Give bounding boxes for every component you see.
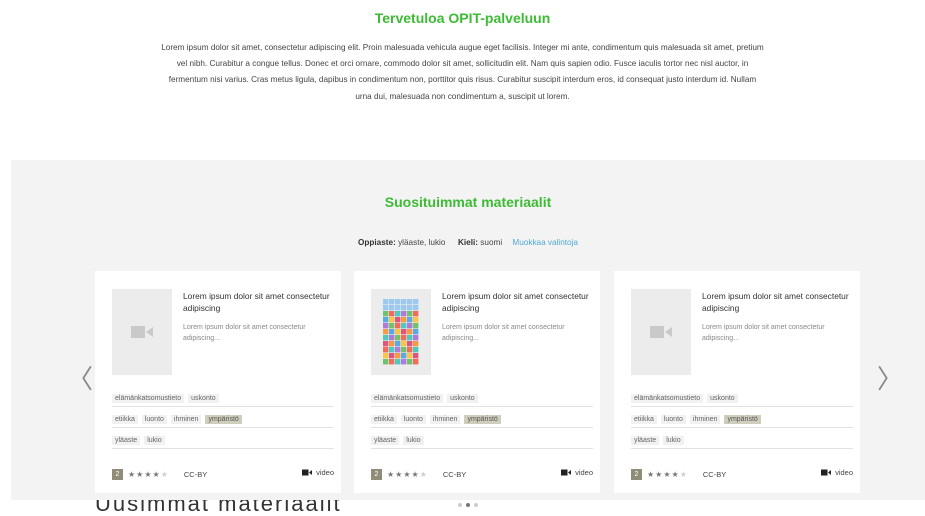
- material-title[interactable]: Lorem ipsum dolor sit amet consectetur a…: [183, 290, 333, 314]
- tag[interactable]: uskonto: [707, 394, 738, 403]
- tag[interactable]: ympäristö: [724, 415, 761, 424]
- material-card[interactable]: Lorem ipsum dolor sit amet consectetur a…: [614, 271, 860, 493]
- material-title[interactable]: Lorem ipsum dolor sit amet consectetur a…: [702, 290, 852, 314]
- star-icon: ★: [679, 469, 688, 479]
- tag[interactable]: etiikka: [631, 415, 657, 424]
- media-type: video: [302, 468, 334, 477]
- star-icon: ★: [387, 469, 396, 479]
- level-badge: 2: [371, 468, 382, 480]
- level-badge: 2: [112, 468, 123, 480]
- popular-materials-section: Suosituimmat materiaalit Oppiaste: yläas…: [11, 160, 925, 507]
- tag[interactable]: yläaste: [112, 436, 141, 445]
- tag[interactable]: elämänkatsomustieto: [371, 394, 444, 403]
- star-icon: ★: [152, 469, 161, 479]
- star-icon: ★: [160, 469, 169, 479]
- star-icon: ★: [144, 469, 153, 479]
- welcome-title: Tervetuloa OPIT-palveluun: [374, 10, 551, 26]
- language-filter-value: suomi: [480, 238, 503, 247]
- subject-tags: elämänkatsomustieto uskonto: [371, 391, 593, 407]
- media-type-label: video: [575, 468, 593, 477]
- keyword-tags: etiikka luonto ihminen ympäristö: [371, 412, 593, 428]
- level-tags: yläaste lukio: [371, 433, 593, 449]
- tag[interactable]: elämänkatsomustieto: [631, 394, 704, 403]
- star-icon: ★: [403, 469, 412, 479]
- tag[interactable]: ihminen: [170, 415, 202, 424]
- tag[interactable]: yläaste: [371, 436, 400, 445]
- tag[interactable]: ihminen: [689, 415, 721, 424]
- rating-stars: ★★★★★: [387, 470, 428, 479]
- tag[interactable]: ympäristö: [205, 415, 242, 424]
- video-icon: [821, 469, 832, 476]
- media-type: video: [821, 468, 853, 477]
- star-icon: ★: [411, 469, 420, 479]
- card-footer: 2 ★★★★★ CC-BY video: [631, 467, 853, 481]
- keyword-tags: etiikka luonto ihminen ympäristö: [112, 412, 334, 428]
- material-description: Lorem ipsum dolor sit amet consectetur a…: [442, 324, 565, 342]
- tag[interactable]: yläaste: [631, 436, 660, 445]
- video-icon: [561, 469, 572, 476]
- media-type-label: video: [835, 468, 853, 477]
- star-icon: ★: [419, 469, 428, 479]
- material-card[interactable]: Lorem ipsum dolor sit amet consectetur a…: [95, 271, 341, 493]
- video-camera-icon: [131, 326, 153, 338]
- tag[interactable]: lukio: [663, 436, 684, 445]
- welcome-section: Tervetuloa OPIT-palveluun Lorem ipsum do…: [0, 0, 925, 160]
- media-type-label: video: [316, 468, 334, 477]
- rating-stars: ★★★★★: [647, 470, 688, 479]
- card-footer: 2 ★★★★★ CC-BY video: [112, 467, 334, 481]
- subject-tags: elämänkatsomustieto uskonto: [112, 391, 334, 407]
- material-thumbnail[interactable]: [371, 289, 431, 375]
- level-badge: 2: [631, 468, 642, 480]
- media-type: video: [561, 468, 593, 477]
- carousel-next-button[interactable]: 〉: [877, 366, 903, 392]
- tag[interactable]: luonto: [141, 415, 167, 424]
- material-description: Lorem ipsum dolor sit amet consectetur a…: [702, 324, 825, 342]
- tag[interactable]: etiikka: [112, 415, 138, 424]
- license-label: CC-BY: [442, 469, 467, 479]
- license-label: CC-BY: [702, 469, 727, 479]
- welcome-text: Lorem ipsum dolor sit amet, consectetur …: [161, 43, 764, 101]
- level-tags: yläaste lukio: [631, 433, 853, 449]
- latest-materials-title: Uusimmat materiaalit: [95, 500, 342, 516]
- star-icon: ★: [671, 469, 680, 479]
- edit-filters-link[interactable]: Muokkaa valintoja: [512, 238, 578, 247]
- card-footer: 2 ★★★★★ CC-BY video: [371, 467, 593, 481]
- subject-tags: elämänkatsomustieto uskonto: [631, 391, 853, 407]
- rating-stars: ★★★★★: [128, 470, 169, 479]
- star-icon: ★: [128, 469, 137, 479]
- tag[interactable]: ihminen: [429, 415, 461, 424]
- material-description: Lorem ipsum dolor sit amet consectetur a…: [183, 324, 306, 342]
- video-icon: [302, 469, 313, 476]
- star-icon: ★: [663, 469, 672, 479]
- latest-materials-title-cut: Uusimmat materiaalit: [95, 500, 895, 516]
- license-label: CC-BY: [183, 469, 208, 479]
- material-card[interactable]: Lorem ipsum dolor sit amet consectetur a…: [354, 271, 600, 493]
- material-thumbnail[interactable]: [112, 289, 172, 375]
- tag[interactable]: luonto: [660, 415, 686, 424]
- language-filter-label: Kieli:: [457, 238, 479, 247]
- subject-filter-value: yläaste, lukio: [398, 238, 446, 247]
- tag[interactable]: lukio: [403, 436, 424, 445]
- tag[interactable]: uskonto: [188, 394, 219, 403]
- material-thumbnail[interactable]: [631, 289, 691, 375]
- tag[interactable]: ympäristö: [464, 415, 501, 424]
- tag[interactable]: etiikka: [371, 415, 397, 424]
- tag[interactable]: lukio: [144, 436, 165, 445]
- material-title[interactable]: Lorem ipsum dolor sit amet consectetur a…: [442, 290, 592, 314]
- level-tags: yläaste lukio: [112, 433, 334, 449]
- video-camera-icon: [650, 326, 672, 338]
- filter-summary: Oppiaste: yläaste, lukio Kieli: suomi Mu…: [11, 238, 925, 247]
- subject-filter-label: Oppiaste:: [358, 238, 396, 247]
- star-icon: ★: [647, 469, 656, 479]
- carousel-prev-button[interactable]: 〈: [67, 366, 93, 392]
- popular-materials-title: Suosituimmat materiaalit: [384, 194, 552, 210]
- keyword-tags: etiikka luonto ihminen ympäristö: [631, 412, 853, 428]
- colorful-grid-image: [383, 299, 419, 365]
- tag[interactable]: uskonto: [447, 394, 478, 403]
- tag[interactable]: luonto: [400, 415, 426, 424]
- tag[interactable]: elämänkatsomustieto: [112, 394, 185, 403]
